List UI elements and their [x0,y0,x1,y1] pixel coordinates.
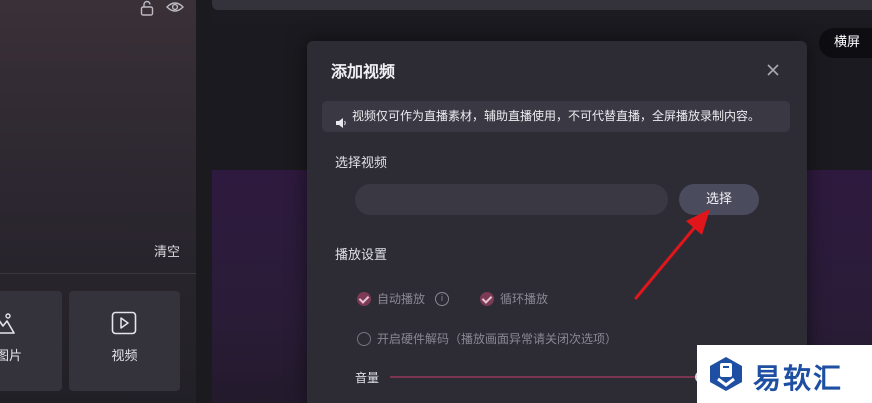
hw-decode-option[interactable]: 开启硬件解码（播放画面异常请关闭次选项） [357,330,617,347]
close-icon[interactable] [767,61,779,80]
eye-icon[interactable] [166,0,184,16]
file-path-input[interactable] [355,184,668,215]
loop-option[interactable]: 循环播放 [480,290,548,307]
image-icon [0,311,16,339]
info-icon[interactable]: i [435,291,450,306]
hw-decode-label: 开启硬件解码（播放画面异常请关闭次选项） [377,332,618,346]
left-toolbar [140,0,184,16]
loop-label: 循环播放 [500,292,549,306]
add-video-tile[interactable]: 视频 [69,291,180,391]
watermark-logo-icon [707,355,745,397]
playback-settings-label: 播放设置 [335,248,388,263]
video-play-icon [111,311,137,339]
tile-label: 图片 [0,349,23,364]
notice-banner: 视频仅可作为直播素材，辅助直播使用，不可代替直播，全屏播放录制内容。 [322,101,790,132]
loop-checkbox[interactable] [480,291,494,306]
clear-button[interactable]: 清空 [154,241,180,260]
left-panel: 清空 图片 视频 [0,0,196,403]
select-video-label: 选择视频 [335,156,388,171]
unlock-icon[interactable] [140,0,154,16]
orientation-toggle[interactable]: 横屏 [819,28,872,58]
autoplay-checkbox[interactable] [357,291,371,306]
annotation-arrow-icon [634,209,710,300]
add-image-tile[interactable]: 图片 [0,291,62,391]
panel-gap [196,0,212,403]
volume-slider-track[interactable] [390,376,700,378]
speaker-icon [335,110,347,141]
hw-decode-radio[interactable] [357,331,371,346]
volume-label: 音量 [355,371,380,385]
watermark: 易软汇 [697,345,872,403]
autoplay-option[interactable]: 自动播放 i [357,290,450,307]
watermark-text: 易软汇 [753,362,844,395]
top-bar [212,0,872,10]
dialog-title: 添加视频 [331,62,396,81]
tile-label: 视频 [111,349,138,364]
divider [0,273,196,274]
autoplay-label: 自动播放 [377,292,426,306]
notice-text: 视频仅可作为直播素材，辅助直播使用，不可代替直播，全屏播放录制内容。 [352,109,761,123]
